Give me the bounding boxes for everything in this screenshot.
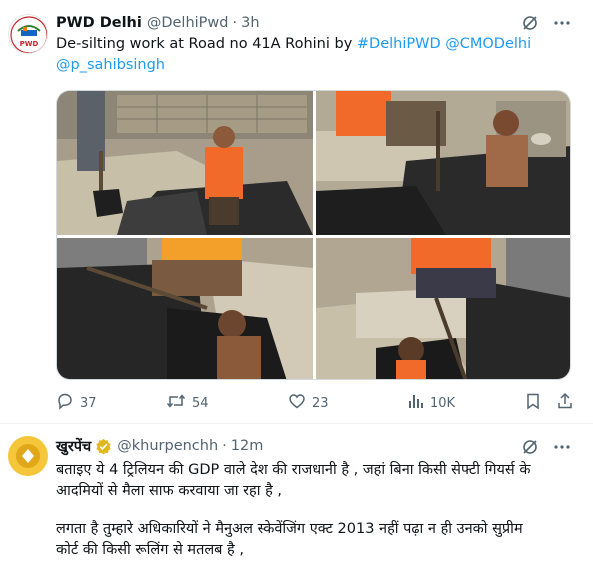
author-name[interactable]: खुरपेंच <box>56 436 91 456</box>
khurpench-avatar[interactable] <box>8 436 48 476</box>
tweet-text-line-4: कोर्ट की किसी रूलिंग से मतलब है , <box>56 542 244 558</box>
separator-dot: · <box>232 15 238 31</box>
photo-2[interactable] <box>316 91 570 235</box>
like-button[interactable]: 23 <box>288 392 329 414</box>
views-count: 10K <box>430 395 456 411</box>
heart-icon <box>288 392 306 414</box>
separator-dot: · <box>222 438 227 454</box>
repost-button[interactable]: 54 <box>166 392 209 414</box>
author-name[interactable]: PWD Delhi <box>56 15 142 31</box>
pwd-avatar-label: PWD <box>20 40 39 48</box>
author-handle[interactable]: @DelhiPwd <box>147 15 229 31</box>
tweet-text-line-3: लगता है तुम्हारे अधिकारियों ने मैनुअल स्… <box>56 521 523 537</box>
more-options-icon[interactable] <box>553 438 571 460</box>
photo-1[interactable] <box>57 91 313 235</box>
khurpench-logo <box>8 436 48 476</box>
author-handle[interactable]: @khurpenchh <box>117 438 218 454</box>
more-options-icon[interactable] <box>553 14 571 36</box>
tweet-top-actions <box>521 14 571 36</box>
tweet-text-para-1: बताइए ये 4 ट्रिलियन की GDP वाले देश की र… <box>56 460 576 502</box>
reply-button[interactable]: 37 <box>56 392 97 414</box>
share-icon <box>556 392 574 414</box>
media-grid <box>56 90 571 380</box>
tweet-header: खुरपेंच @khurpenchh · 12m <box>56 436 263 456</box>
tweet-header: PWD Delhi @DelhiPwd · 3h <box>56 13 260 33</box>
views-icon <box>406 392 424 414</box>
tweet-khurpench[interactable]: खुरपेंच @khurpenchh · 12m बताइए ये 4 ट्र… <box>0 424 593 564</box>
timestamp[interactable]: 3h <box>241 15 259 31</box>
grok-icon[interactable] <box>521 438 539 460</box>
repost-icon <box>166 392 186 414</box>
pwd-avatar[interactable]: PWD <box>8 14 48 54</box>
tweet-top-actions <box>521 438 571 460</box>
timestamp[interactable]: 12m <box>231 438 264 454</box>
like-count: 23 <box>312 395 329 411</box>
hashtag-delhipwd[interactable]: #DelhiPWD <box>357 36 441 52</box>
verified-badge-icon[interactable] <box>95 438 112 455</box>
tweet-text-para-2: लगता है तुम्हारे अधिकारियों ने मैनुअल स्… <box>56 519 576 561</box>
photo-3[interactable] <box>57 238 313 379</box>
grok-icon[interactable] <box>521 14 539 36</box>
views-button[interactable]: 10K <box>406 392 455 414</box>
tweet-text-plain: De-silting work at Road no 41A Rohini by <box>56 36 357 52</box>
bookmark-button[interactable] <box>524 392 542 414</box>
repost-count: 54 <box>192 395 209 411</box>
tweet-text: De-silting work at Road no 41A Rohini by… <box>56 34 576 76</box>
tweet-text-line-1: बताइए ये 4 ट्रिलियन की GDP वाले देश की र… <box>56 462 531 478</box>
bookmark-icon <box>524 392 542 414</box>
tweet-actions: 37 54 23 10K <box>56 392 576 414</box>
tweet-pwd-delhi[interactable]: PWD PWD Delhi @DelhiPwd · 3h De-silting … <box>0 0 593 424</box>
share-button[interactable] <box>556 392 574 414</box>
photo-4[interactable] <box>316 238 570 379</box>
mention-p-sahibsingh[interactable]: @p_sahibsingh <box>56 57 165 73</box>
reply-icon <box>56 392 74 414</box>
pwd-logo: PWD <box>10 16 47 53</box>
mention-cmodelhi[interactable]: @CMODelhi <box>445 36 531 52</box>
tweet-text-line-2: आदमियों से मैला साफ करवाया जा रहा है , <box>56 483 283 499</box>
reply-count: 37 <box>80 395 97 411</box>
